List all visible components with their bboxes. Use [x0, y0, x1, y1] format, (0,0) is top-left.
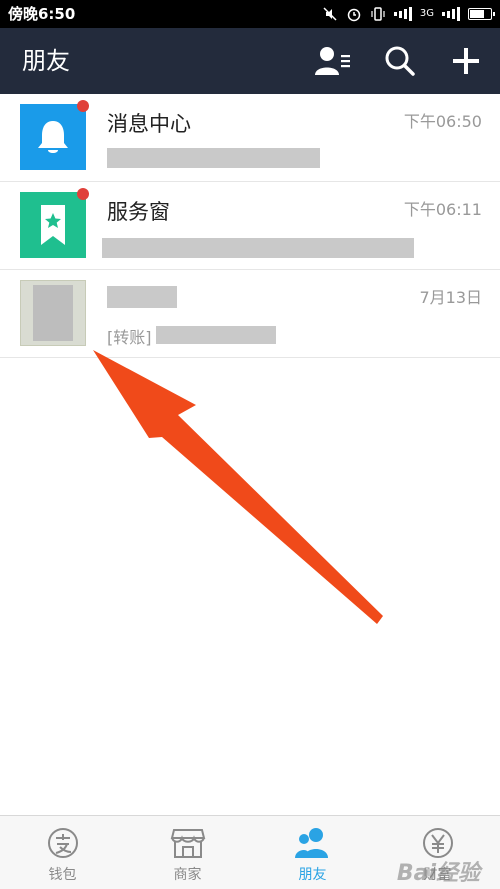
watermark: Bai经验 [396, 861, 480, 886]
search-button[interactable] [380, 41, 420, 81]
tab-label: 朋友 [298, 867, 327, 883]
wallet-icon [47, 828, 78, 858]
conversation-title: 服务窗 [107, 200, 170, 224]
blurred-preview [156, 326, 276, 344]
list-item-contact[interactable]: 7月13日 [转账] [0, 270, 500, 358]
page-title: 朋友 [22, 47, 70, 75]
conversation-time: 下午06:11 [403, 200, 482, 219]
friends-icon [294, 828, 328, 858]
tab-label: 商家 [173, 867, 202, 883]
bell-icon [20, 104, 86, 170]
signal-icon [393, 7, 412, 21]
battery-icon [468, 8, 495, 20]
blurred-preview [107, 148, 320, 168]
tab-friends[interactable]: 朋友 [250, 816, 375, 889]
contacts-icon [315, 47, 350, 75]
blurred-preview [102, 238, 414, 258]
status-icons: 3G [322, 0, 495, 28]
conversation-time: 下午06:50 [403, 112, 482, 131]
vibrate-icon [370, 6, 386, 22]
bookmark-star-icon [20, 192, 86, 258]
contacts-button[interactable] [313, 41, 353, 81]
add-button[interactable] [446, 41, 486, 81]
list-item-message-center[interactable]: 消息中心 下午06:50 [0, 94, 500, 182]
unread-dot [77, 188, 89, 200]
search-icon [385, 46, 415, 76]
conversation-title: 消息中心 [107, 112, 191, 136]
status-time: 傍晚6:50 [8, 5, 76, 23]
network-type: 3G [419, 8, 434, 19]
signal-icon-2 [442, 7, 460, 21]
store-icon [170, 829, 205, 858]
list-item-service-window[interactable]: 服务窗 下午06:11 [0, 182, 500, 270]
blurred-contact-name [107, 286, 177, 308]
conversation-list: 消息中心 下午06:50 服务窗 下午06:11 7月13日 [转账] [0, 94, 500, 358]
plus-icon [453, 48, 479, 74]
tab-wallet[interactable]: 钱包 [0, 816, 125, 889]
mute-icon [322, 6, 338, 22]
tab-label: 钱包 [48, 867, 77, 883]
tab-merchant[interactable]: 商家 [125, 816, 250, 889]
status-bar: 傍晚6:50 3G [0, 0, 500, 28]
app-header: 朋友 [0, 28, 500, 94]
transfer-preview-prefix: [转账] [107, 328, 152, 347]
unread-dot [77, 100, 89, 112]
alarm-icon [346, 6, 362, 22]
conversation-time: 7月13日 [419, 288, 482, 307]
contact-avatar [20, 280, 86, 346]
